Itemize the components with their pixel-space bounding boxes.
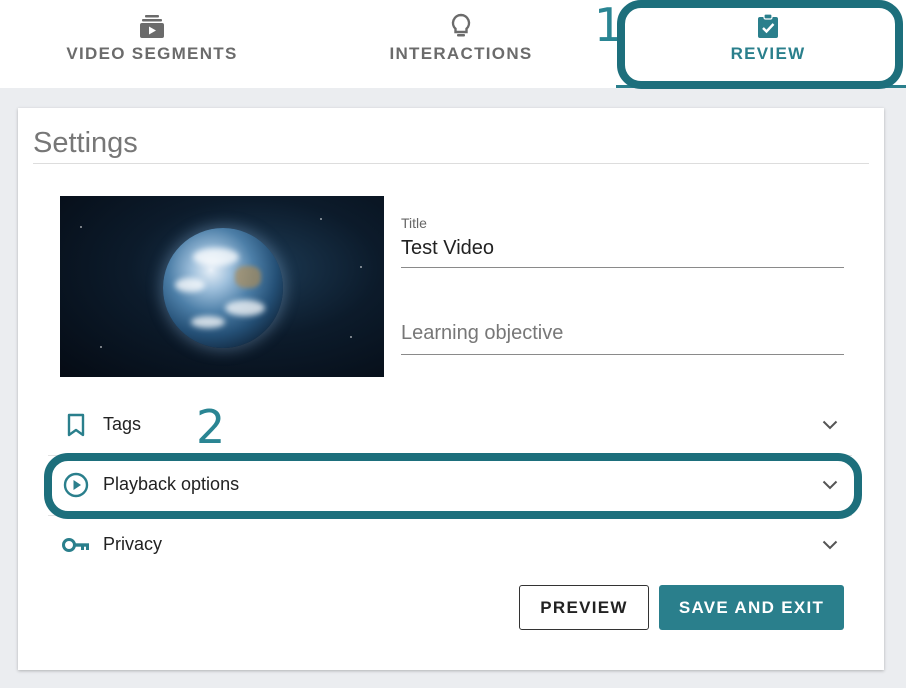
title-field-value: Test Video: [401, 237, 495, 259]
video-stack-icon: [138, 12, 166, 40]
chevron-down-icon[interactable]: [820, 415, 840, 435]
key-icon: [62, 532, 90, 558]
preview-button[interactable]: PREVIEW: [519, 585, 649, 630]
tab-label: VIDEO SEGMENTS: [66, 44, 238, 63]
save-and-exit-button[interactable]: SAVE AND EXIT: [659, 585, 844, 630]
learning-objective-placeholder: Learning objective: [401, 322, 564, 344]
title-field[interactable]: Title Test Video: [401, 212, 844, 268]
page-title: Settings: [33, 127, 138, 159]
chevron-down-icon[interactable]: [820, 535, 840, 555]
divider: [33, 163, 869, 164]
annotation-highlight-review: [617, 0, 903, 89]
title-field-label: Title: [401, 215, 427, 231]
annotation-number-2: 2: [196, 400, 226, 454]
tab-label: INTERACTIONS: [389, 44, 533, 63]
tab-interactions[interactable]: INTERACTIONS: [384, 0, 538, 88]
learning-objective-field[interactable]: Learning objective: [401, 312, 844, 355]
annotation-highlight-playback: [44, 453, 862, 519]
section-label: Privacy: [103, 534, 163, 554]
lightbulb-icon: [447, 12, 475, 40]
section-label: Tags: [103, 414, 142, 434]
earth-image: [163, 228, 283, 348]
section-tags[interactable]: Tags: [48, 395, 852, 455]
bookmark-icon: [62, 412, 90, 438]
video-thumbnail[interactable]: [60, 196, 384, 377]
section-privacy[interactable]: Privacy: [48, 515, 852, 575]
settings-card: Settings Title Test Video Learning objec…: [18, 108, 884, 670]
tab-video-segments[interactable]: VIDEO SEGMENTS: [60, 0, 244, 88]
